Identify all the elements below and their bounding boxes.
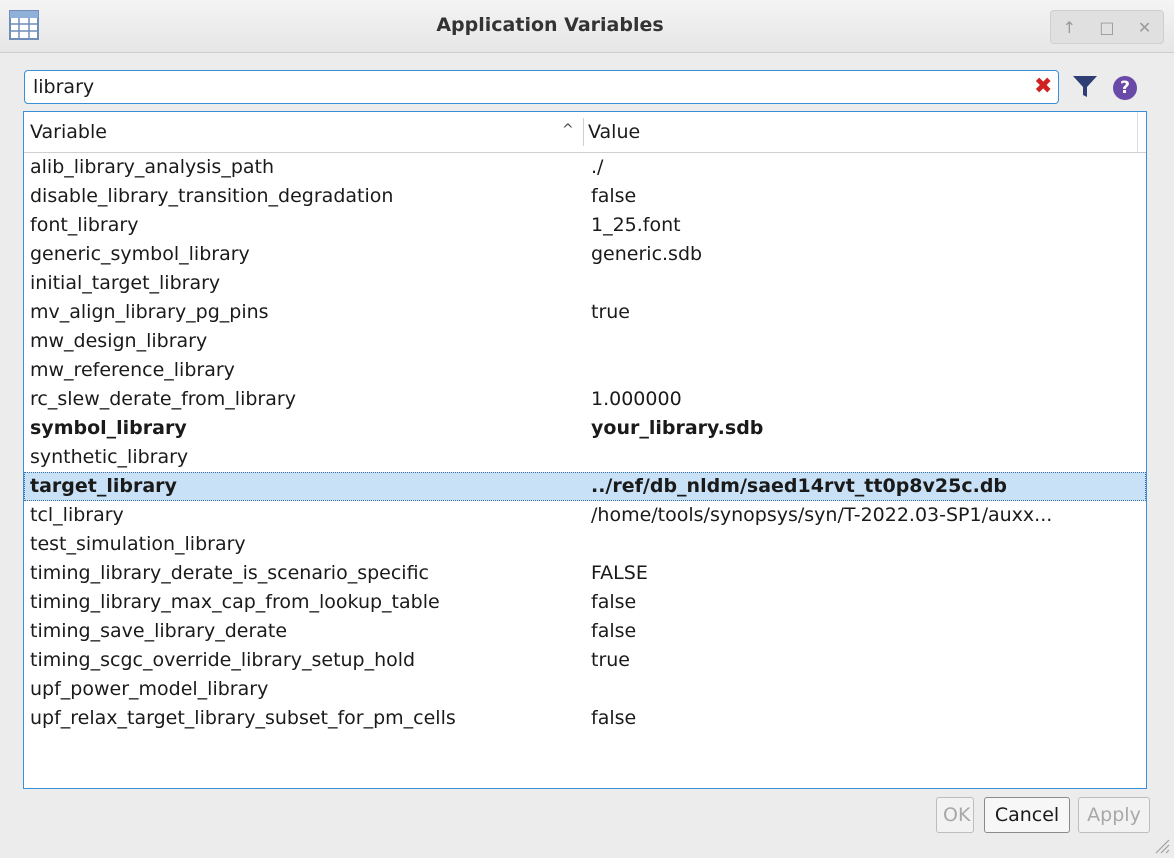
variable-name-cell: initial_target_library bbox=[30, 272, 221, 294]
variable-name-cell: timing_save_library_derate bbox=[30, 620, 288, 642]
table-row[interactable]: rc_slew_derate_from_library 1.000000 bbox=[24, 385, 1146, 414]
table-row[interactable]: timing_scgc_override_library_setup_hold t… bbox=[24, 646, 1146, 675]
help-icon[interactable]: ? bbox=[1113, 76, 1137, 100]
window-controls: ↑ □ ✕ bbox=[1050, 10, 1164, 44]
ok-button[interactable]: OK bbox=[936, 797, 974, 833]
table-row[interactable]: generic_symbol_library generic.sdb bbox=[24, 240, 1146, 269]
variable-name-cell: symbol_library bbox=[30, 417, 187, 439]
clear-search-icon[interactable]: ✖ bbox=[1034, 73, 1052, 101]
variable-value-cell[interactable]: ./ bbox=[591, 153, 1141, 182]
variable-value-cell[interactable]: false bbox=[591, 182, 1141, 211]
variable-name-cell: generic_symbol_library bbox=[30, 243, 250, 265]
table-row[interactable]: upf_relax_target_library_subset_for_pm_c… bbox=[24, 704, 1146, 733]
variable-value-cell[interactable]: FALSE bbox=[591, 559, 1141, 588]
column-divider[interactable] bbox=[583, 118, 584, 146]
table-body: alib_library_analysis_path ./disable_libr… bbox=[24, 153, 1146, 733]
search-input[interactable] bbox=[24, 70, 1059, 104]
variables-table: Variable ^ Value alib_library_analysis_p… bbox=[23, 111, 1147, 789]
variable-name-cell: timing_scgc_override_library_setup_hold bbox=[30, 649, 416, 671]
variable-name-cell: disable_library_transition_degradation bbox=[30, 185, 394, 207]
variable-value-cell[interactable]: false bbox=[591, 588, 1141, 617]
variable-name-cell: mw_design_library bbox=[30, 330, 208, 352]
table-row[interactable]: timing_library_max_cap_from_lookup_table… bbox=[24, 588, 1146, 617]
variable-value-cell[interactable]: generic.sdb bbox=[591, 240, 1141, 269]
resize-grip-icon[interactable] bbox=[1152, 836, 1170, 854]
table-row[interactable]: mw_reference_library bbox=[24, 356, 1146, 385]
maximize-icon[interactable]: □ bbox=[1099, 18, 1114, 37]
variable-name-cell: target_library bbox=[30, 475, 177, 497]
variable-value-cell[interactable]: 1_25.font bbox=[591, 211, 1141, 240]
variable-name-cell: test_simulation_library bbox=[30, 533, 246, 555]
variable-name-cell: upf_relax_target_library_subset_for_pm_c… bbox=[30, 707, 456, 729]
close-icon[interactable]: ✕ bbox=[1138, 18, 1151, 37]
title-bar: Application Variables ↑ □ ✕ bbox=[0, 0, 1174, 53]
variable-value-cell[interactable]: ../ref/db_nldm/saed14rvt_tt0p8v25c.db bbox=[591, 472, 1141, 501]
table-row[interactable]: alib_library_analysis_path ./ bbox=[24, 153, 1146, 182]
table-row[interactable]: upf_power_model_library bbox=[24, 675, 1146, 704]
filter-icon[interactable] bbox=[1072, 75, 1098, 99]
variable-name-cell: mv_align_library_pg_pins bbox=[30, 301, 269, 323]
variable-value-cell[interactable]: false bbox=[591, 704, 1141, 733]
table-row[interactable]: target_library ../ref/db_nldm/saed14rvt_t… bbox=[24, 472, 1146, 501]
variable-value-cell[interactable]: true bbox=[591, 646, 1141, 675]
variable-value-cell[interactable]: your_library.sdb bbox=[591, 414, 1141, 443]
scrollbar-corner bbox=[1137, 112, 1146, 152]
variable-name-cell: upf_power_model_library bbox=[30, 678, 269, 700]
cancel-button[interactable]: Cancel bbox=[984, 797, 1070, 833]
variable-name-cell: timing_library_max_cap_from_lookup_table bbox=[30, 591, 440, 613]
table-row[interactable]: symbol_library your_library.sdb bbox=[24, 414, 1146, 443]
variable-name-cell: alib_library_analysis_path bbox=[30, 156, 275, 178]
table-row[interactable]: font_library 1_25.font bbox=[24, 211, 1146, 240]
variable-name-cell: mw_reference_library bbox=[30, 359, 235, 381]
table-row[interactable]: synthetic_library bbox=[24, 443, 1146, 472]
apply-button[interactable]: Apply bbox=[1078, 797, 1150, 833]
table-row[interactable]: disable_library_transition_degradation fa… bbox=[24, 182, 1146, 211]
keep-above-icon[interactable]: ↑ bbox=[1063, 18, 1076, 37]
variable-value-cell[interactable]: 1.000000 bbox=[591, 385, 1141, 414]
column-header-value[interactable]: Value bbox=[588, 121, 640, 143]
table-row[interactable]: test_simulation_library bbox=[24, 530, 1146, 559]
variable-name-cell: tcl_library bbox=[30, 504, 124, 526]
table-row[interactable]: tcl_library/home/tools/synopsys/syn/T-20… bbox=[24, 501, 1146, 530]
table-header: Variable ^ Value bbox=[24, 112, 1146, 153]
table-row[interactable]: initial_target_library bbox=[24, 269, 1146, 298]
variable-name-cell: font_library bbox=[30, 214, 139, 236]
variable-name-cell: synthetic_library bbox=[30, 446, 189, 468]
table-row[interactable]: timing_library_derate_is_scenario_specif… bbox=[24, 559, 1146, 588]
column-header-variable[interactable]: Variable bbox=[30, 121, 107, 143]
table-row[interactable]: mv_align_library_pg_pins true bbox=[24, 298, 1146, 327]
variable-value-cell[interactable]: /home/tools/synopsys/syn/T-2022.03-SP1/a… bbox=[591, 501, 1141, 530]
table-row[interactable]: timing_save_library_derate false bbox=[24, 617, 1146, 646]
variable-name-cell: timing_library_derate_is_scenario_specif… bbox=[30, 562, 429, 584]
variable-name-cell: rc_slew_derate_from_library bbox=[30, 388, 296, 410]
variable-value-cell[interactable]: false bbox=[591, 617, 1141, 646]
table-row[interactable]: mw_design_library bbox=[24, 327, 1146, 356]
window-title: Application Variables bbox=[436, 14, 664, 36]
sort-ascending-icon[interactable]: ^ bbox=[562, 122, 574, 138]
variable-value-cell[interactable]: true bbox=[591, 298, 1141, 327]
